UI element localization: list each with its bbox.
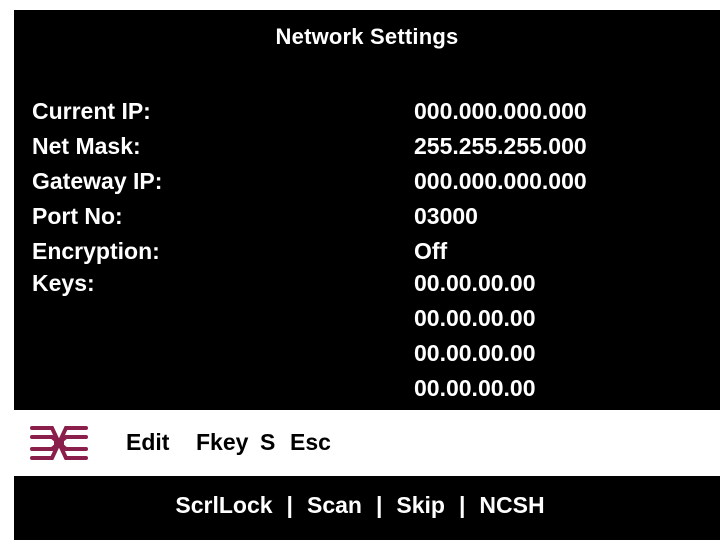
network-logo-icon bbox=[30, 426, 88, 460]
s-command[interactable]: S bbox=[260, 428, 275, 456]
current-ip-label: Current IP: bbox=[32, 98, 151, 124]
port-no-label: Port No: bbox=[32, 203, 123, 229]
key-separator: | bbox=[286, 492, 293, 518]
key-value-2[interactable]: 00.00.00.00 bbox=[414, 303, 536, 333]
page-title: Network Settings bbox=[275, 24, 459, 49]
key-value-4[interactable]: 00.00.00.00 bbox=[414, 373, 536, 403]
encryption-value[interactable]: Off bbox=[414, 236, 447, 266]
key-separator: | bbox=[375, 492, 383, 518]
skip-key[interactable]: Skip bbox=[396, 490, 445, 520]
ncsh-key[interactable]: NCSH bbox=[479, 490, 544, 520]
current-ip-value[interactable]: 000.000.000.000 bbox=[414, 96, 587, 126]
key-separator: | bbox=[458, 492, 466, 518]
edit-command[interactable]: Edit bbox=[126, 428, 169, 456]
key-value-3[interactable]: 00.00.00.00 bbox=[414, 338, 536, 368]
scan-key[interactable]: Scan bbox=[307, 490, 362, 520]
function-key-bar: ScrlLock | Scan | Skip | NCSH bbox=[0, 490, 720, 520]
esc-command[interactable]: Esc bbox=[290, 428, 331, 456]
net-mask-label: Net Mask: bbox=[32, 133, 141, 159]
keys-label: Keys: bbox=[32, 270, 95, 296]
gateway-ip-value[interactable]: 000.000.000.000 bbox=[414, 166, 587, 196]
encryption-label: Encryption: bbox=[32, 238, 160, 264]
net-mask-value[interactable]: 255.255.255.000 bbox=[414, 131, 587, 161]
fkey-command[interactable]: Fkey bbox=[196, 428, 248, 456]
port-no-value[interactable]: 03000 bbox=[414, 201, 478, 231]
key-value-1[interactable]: 00.00.00.00 bbox=[414, 268, 536, 298]
command-bar: Edit Fkey S Esc bbox=[14, 410, 720, 476]
gateway-ip-label: Gateway IP: bbox=[32, 168, 163, 194]
scrllock-key[interactable]: ScrlLock bbox=[175, 490, 272, 520]
network-settings-screen: Network Settings Current IP: 000.000.000… bbox=[14, 10, 720, 540]
